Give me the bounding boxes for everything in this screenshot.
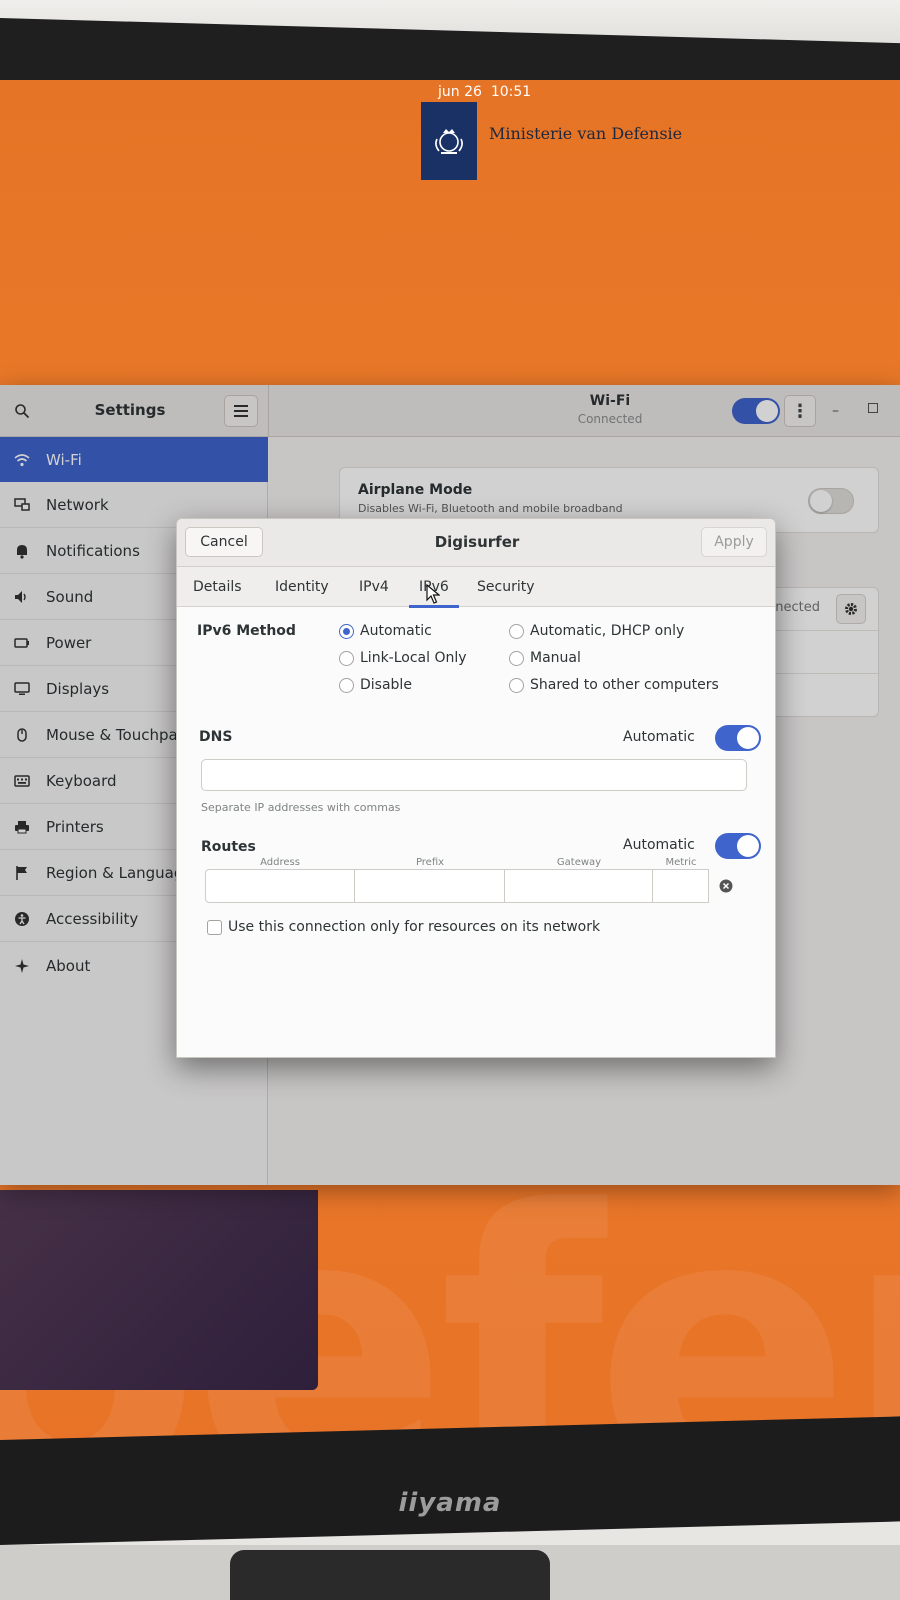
route-metric-input[interactable] [653, 869, 709, 903]
radio-label: Automatic, DHCP only [530, 623, 685, 639]
column-header-gateway: Gateway [556, 857, 602, 868]
method-dhcp-only-radio[interactable]: Automatic, DHCP only [509, 623, 684, 639]
route-address-input[interactable] [205, 869, 355, 903]
mouse-cursor-icon [426, 584, 440, 604]
dns-automatic-label: Automatic [623, 729, 695, 745]
column-header-metric: Metric [665, 857, 697, 868]
dialog-title: Digisurfer [434, 533, 520, 551]
column-header-address: Address [260, 857, 300, 868]
radio-label: Disable [360, 677, 412, 693]
method-link-local-radio[interactable]: Link-Local Only [339, 650, 467, 666]
dialog-tabs: Details Identity IPv4 IPv6 Security [177, 567, 775, 608]
dialog-header: Cancel Digisurfer Apply [177, 519, 775, 567]
dns-hint: Separate IP addresses with commas [201, 801, 401, 814]
org-name: Ministerie van Defensie [489, 124, 683, 143]
crest-logo-icon [421, 102, 477, 180]
method-automatic-radio[interactable]: Automatic [339, 623, 432, 639]
radio-label: Link-Local Only [360, 650, 467, 666]
method-disable-radio[interactable]: Disable [339, 677, 412, 693]
clock-time: 10:51 [490, 84, 532, 100]
checkbox-indicator [207, 919, 222, 935]
radio-indicator [509, 650, 524, 666]
routes-automatic-label: Automatic [623, 837, 695, 853]
tab-security[interactable]: Security [477, 567, 535, 607]
column-header-prefix: Prefix [415, 857, 445, 868]
apply-button[interactable]: Apply [701, 527, 767, 557]
routes-automatic-toggle[interactable] [715, 833, 761, 859]
radio-label: Manual [530, 650, 581, 666]
radio-label: Automatic [360, 623, 432, 639]
clock-date: jun 26 [438, 84, 482, 100]
radio-indicator [509, 623, 524, 639]
cancel-button[interactable]: Cancel [185, 527, 263, 557]
delete-route-button[interactable] [715, 875, 737, 897]
monitor-bezel-bottom [0, 1416, 900, 1545]
clear-icon [719, 879, 733, 893]
method-shared-radio[interactable]: Shared to other computers [509, 677, 719, 693]
dns-automatic-toggle[interactable] [715, 725, 761, 751]
only-local-resources-checkbox[interactable]: Use this connection only for resources o… [207, 919, 600, 935]
routes-label: Routes [201, 839, 256, 855]
radio-indicator [339, 677, 354, 693]
tab-ipv4[interactable]: IPv4 [359, 567, 389, 607]
radio-label: Shared to other computers [530, 677, 719, 693]
route-gateway-input[interactable] [505, 869, 653, 903]
dns-input[interactable] [201, 759, 747, 791]
connection-dialog: Cancel Digisurfer Apply Details Identity… [176, 518, 776, 1058]
radio-indicator [339, 650, 354, 666]
ipv6-method-label: IPv6 Method [197, 623, 296, 639]
checkbox-label: Use this connection only for resources o… [228, 919, 601, 935]
tab-details[interactable]: Details [193, 567, 242, 607]
radio-indicator [509, 677, 524, 693]
method-manual-radio[interactable]: Manual [509, 650, 581, 666]
monitor-stand [230, 1550, 550, 1600]
clock[interactable]: jun 26 10:51 [438, 84, 531, 100]
monitor-brand-logo: iiyama [398, 1488, 502, 1518]
route-prefix-input[interactable] [355, 869, 505, 903]
dns-label: DNS [199, 729, 233, 745]
radio-indicator [339, 623, 354, 639]
route-entry-row [205, 869, 745, 903]
tab-identity[interactable]: Identity [275, 567, 329, 607]
wallpaper-panel [0, 1190, 318, 1390]
